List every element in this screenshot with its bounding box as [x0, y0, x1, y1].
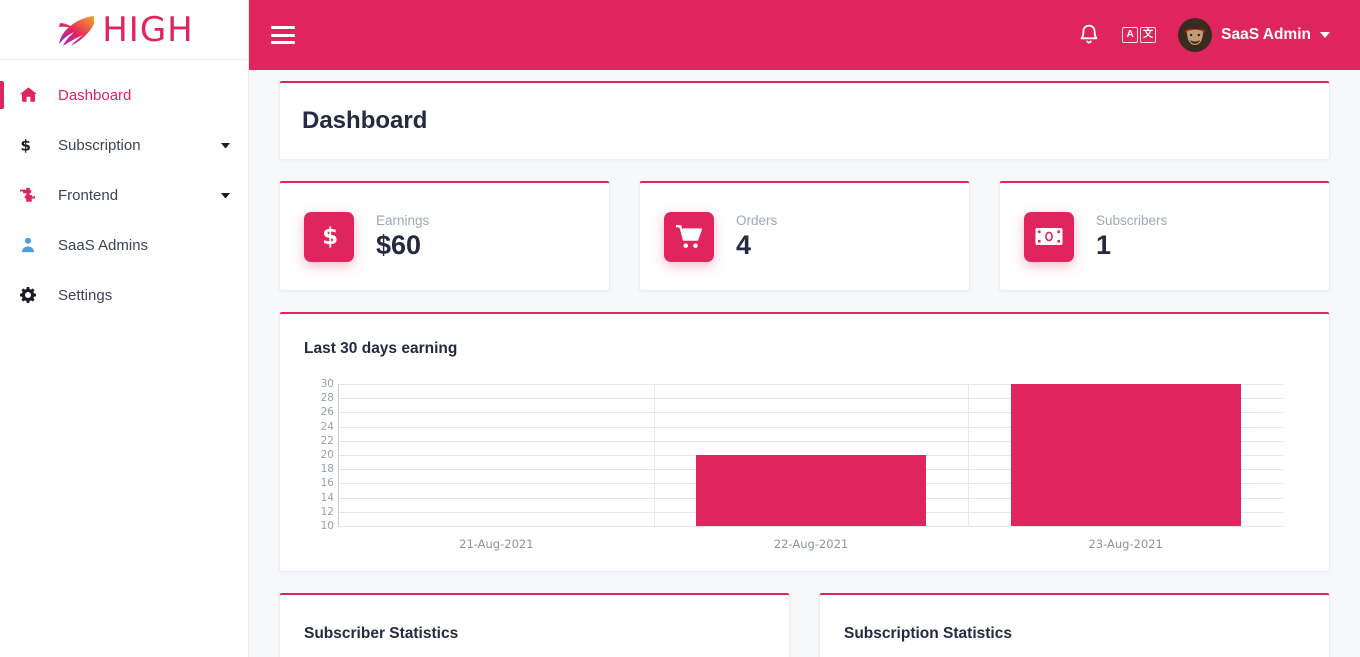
app-root: HIGH Dashboard $ Subscription Frontend S…: [0, 0, 1360, 657]
chart-y-tick-label: 30: [320, 378, 334, 390]
translate-icon[interactable]: A 文: [1122, 27, 1157, 43]
puzzle-icon: [20, 187, 46, 203]
chart-category-divider: [968, 384, 970, 526]
page-title: Dashboard: [302, 107, 428, 134]
chart-y-tick-label: 28: [320, 392, 334, 405]
home-icon: [20, 87, 46, 103]
earning-chart-card: Last 30 days earning 30 28 26 24 22 20 18 16 14 1…: [279, 312, 1330, 572]
brand-logo[interactable]: HIGH: [0, 0, 248, 60]
stat-card-earnings[interactable]: $ Earnings $60: [279, 181, 610, 291]
stat-value: 4: [736, 230, 752, 261]
translate-target-char: 文: [1140, 27, 1157, 43]
stat-card-subscribers[interactable]: Subscribers 1: [999, 181, 1330, 291]
card-title: Subscriber Statistics: [304, 625, 459, 642]
chart-bar[interactable]: [1010, 384, 1241, 526]
shopping-cart-icon: [664, 211, 714, 262]
chart-area: 30 28 26 24 22 20 18 16 14 12 10 21-Aug-2021 22-Aug-…: [304, 376, 1305, 561]
sidebar-item-settings[interactable]: Settings: [0, 270, 248, 320]
sidebar-item-label: SaaS Admins: [58, 236, 149, 254]
stat-label: Orders: [736, 213, 778, 229]
sidebar-item-subscription[interactable]: $ Subscription: [0, 120, 248, 170]
stats-row: $ Earnings $60 Orders 4 Subscribers 1: [279, 181, 1330, 291]
dollar-icon: $: [20, 137, 46, 154]
svg-text:$: $: [322, 224, 337, 249]
sidebar-item-dashboard[interactable]: Dashboard: [0, 70, 248, 120]
chart-y-tick-label: 22: [320, 434, 334, 447]
user-tie-icon: [20, 237, 46, 253]
chevron-down-icon: [221, 142, 230, 148]
chevron-down-icon: [221, 192, 230, 198]
stat-value: 1: [1096, 230, 1112, 261]
chart-category-divider: [653, 384, 655, 526]
sidebar: HIGH Dashboard $ Subscription Frontend S…: [0, 0, 249, 657]
sidebar-item-label: Subscription: [58, 136, 141, 154]
hamburger-icon[interactable]: [271, 26, 295, 44]
sidebar-nav: Dashboard $ Subscription Frontend SaaS A…: [0, 60, 248, 320]
stat-value: $60: [376, 230, 422, 261]
main-area: A 文 SaaS Admin Dashboard $ Earnings $60 …: [249, 0, 1360, 657]
svg-text:$: $: [20, 137, 31, 154]
chart-y-tick-label: 10: [320, 520, 334, 532]
card-title: Subscription Statistics: [844, 625, 1012, 642]
bottom-row: Subscriber Statistics Subscription Stati…: [279, 593, 1330, 657]
phoenix-bird-logo: [54, 10, 100, 50]
stat-texts: Orders 4: [736, 213, 777, 259]
sidebar-item-label: Frontend: [58, 186, 119, 204]
sidebar-item-label: Settings: [58, 286, 113, 304]
subscriber-statistics-card: Subscriber Statistics: [279, 593, 790, 657]
chart-y-tick-label: 26: [320, 406, 334, 419]
stat-card-orders[interactable]: Orders 4: [639, 181, 970, 291]
stat-texts: Earnings $60: [376, 213, 429, 259]
chart-y-tick-label: 12: [320, 505, 334, 518]
bell-icon[interactable]: [1078, 23, 1100, 47]
brand-name: HIGH: [102, 9, 194, 50]
chart-x-tick-label: 21-Aug-2021: [459, 537, 534, 551]
page-title-card: Dashboard: [279, 81, 1330, 160]
topbar: A 文 SaaS Admin: [249, 0, 1360, 70]
sidebar-item-saas-admins[interactable]: SaaS Admins: [0, 220, 248, 270]
chart-title: Last 30 days earning: [304, 340, 458, 357]
dollar-sign-icon: $: [304, 211, 354, 262]
sidebar-item-label: Dashboard: [58, 86, 132, 104]
chevron-down-icon: [1320, 32, 1330, 38]
topbar-actions: A 文 SaaS Admin: [1078, 18, 1330, 52]
chart-bar[interactable]: [696, 455, 926, 526]
avatar: [1178, 18, 1213, 52]
page-content: Dashboard $ Earnings $60 Orders 4 Subscr…: [249, 70, 1360, 657]
chart-x-tick-label: 22-Aug-2021: [773, 537, 849, 551]
money-bill-icon: [1024, 211, 1074, 262]
gear-icon: [20, 287, 46, 303]
chart-y-tick-label: 20: [320, 449, 334, 461]
chart-x-tick-label: 23-Aug-2021: [1088, 537, 1163, 551]
user-menu[interactable]: SaaS Admin: [1178, 18, 1330, 52]
translate-source-char: A: [1122, 27, 1139, 43]
stat-label: Earnings: [376, 213, 430, 229]
stat-texts: Subscribers 1: [1096, 213, 1167, 259]
chart-plot[interactable]: 30 28 26 24 22 20 18 16 14 12 10 21-Aug-2021 22-Aug-…: [321, 378, 1283, 551]
sidebar-item-frontend[interactable]: Frontend: [0, 170, 248, 220]
subscription-statistics-card: Subscription Statistics: [819, 593, 1330, 657]
user-name: SaaS Admin: [1221, 26, 1311, 43]
chart-gridline: [339, 526, 1283, 527]
chart-y-tick-label: 14: [320, 491, 334, 504]
chart-y-tick-label: 18: [320, 463, 334, 476]
chart-y-tick-label: 24: [320, 420, 334, 433]
chart-y-tick-label: 16: [320, 477, 334, 490]
stat-label: Subscribers: [1096, 213, 1168, 229]
